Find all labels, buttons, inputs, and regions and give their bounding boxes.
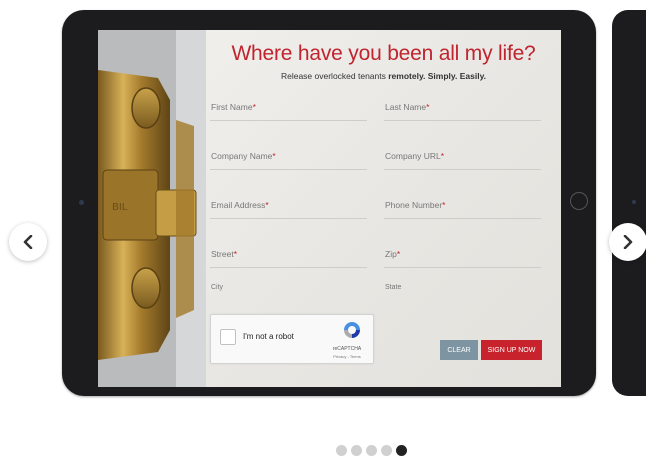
carousel-dot[interactable] bbox=[366, 445, 377, 456]
tablet-home-button bbox=[570, 192, 588, 210]
carousel-dot[interactable] bbox=[336, 445, 347, 456]
tablet-camera bbox=[79, 200, 84, 205]
next-slide-device-edge bbox=[612, 10, 646, 396]
svg-text:BIL: BIL bbox=[112, 202, 128, 213]
carousel-next-button[interactable] bbox=[609, 223, 646, 261]
first-name-field[interactable]: First Name* bbox=[210, 102, 367, 121]
city-label: City bbox=[211, 284, 224, 291]
recaptcha-widget: I'm not a robot reCAPTCHA Privacy - Term… bbox=[210, 314, 374, 364]
state-label: State bbox=[385, 284, 402, 291]
recaptcha-links[interactable]: Privacy - Terms bbox=[327, 354, 367, 359]
chevron-left-icon bbox=[23, 235, 33, 249]
phone-input[interactable] bbox=[384, 200, 541, 218]
lock-photo: BIL bbox=[98, 30, 206, 387]
recaptcha-brand: reCAPTCHA bbox=[332, 346, 362, 352]
carousel-dots bbox=[336, 445, 407, 456]
recaptcha-logo-icon bbox=[344, 322, 360, 338]
company-url-input[interactable] bbox=[384, 151, 541, 169]
subtitle-plain: Release overlocked tenants bbox=[280, 71, 389, 81]
recaptcha-text: I'm not a robot bbox=[243, 332, 294, 341]
email-input[interactable] bbox=[210, 200, 367, 218]
form-subtitle: Release overlocked tenants remotely. Sim… bbox=[206, 71, 561, 81]
carousel-dot[interactable] bbox=[351, 445, 362, 456]
last-name-input[interactable] bbox=[384, 102, 541, 120]
carousel-dot[interactable] bbox=[396, 445, 407, 456]
company-name-input[interactable] bbox=[210, 151, 367, 169]
street-input[interactable] bbox=[210, 249, 367, 267]
company-url-field[interactable]: Company URL* bbox=[384, 151, 541, 170]
last-name-field[interactable]: Last Name* bbox=[384, 102, 541, 121]
first-name-input[interactable] bbox=[210, 102, 367, 120]
sign-up-button[interactable]: SIGN UP NOW bbox=[481, 340, 542, 360]
phone-field[interactable]: Phone Number* bbox=[384, 200, 541, 219]
tablet-screen: BIL Where have you been all my life? Rel… bbox=[98, 30, 561, 387]
recaptcha-checkbox[interactable] bbox=[220, 329, 236, 345]
clear-button[interactable]: CLEAR bbox=[440, 340, 478, 360]
company-name-field[interactable]: Company Name* bbox=[210, 151, 367, 170]
zip-input[interactable] bbox=[384, 249, 541, 267]
street-field[interactable]: Street* bbox=[210, 249, 367, 268]
carousel-prev-button[interactable] bbox=[9, 223, 47, 261]
chevron-right-icon bbox=[623, 235, 633, 249]
email-field[interactable]: Email Address* bbox=[210, 200, 367, 219]
next-slide-camera bbox=[632, 200, 636, 204]
carousel-dot[interactable] bbox=[381, 445, 392, 456]
form-title: Where have you been all my life? bbox=[231, 42, 536, 65]
zip-field[interactable]: Zip* bbox=[384, 249, 541, 268]
tablet-frame: BIL Where have you been all my life? Rel… bbox=[62, 10, 596, 396]
subtitle-bold: remotely. Simply. Easily. bbox=[388, 71, 487, 81]
